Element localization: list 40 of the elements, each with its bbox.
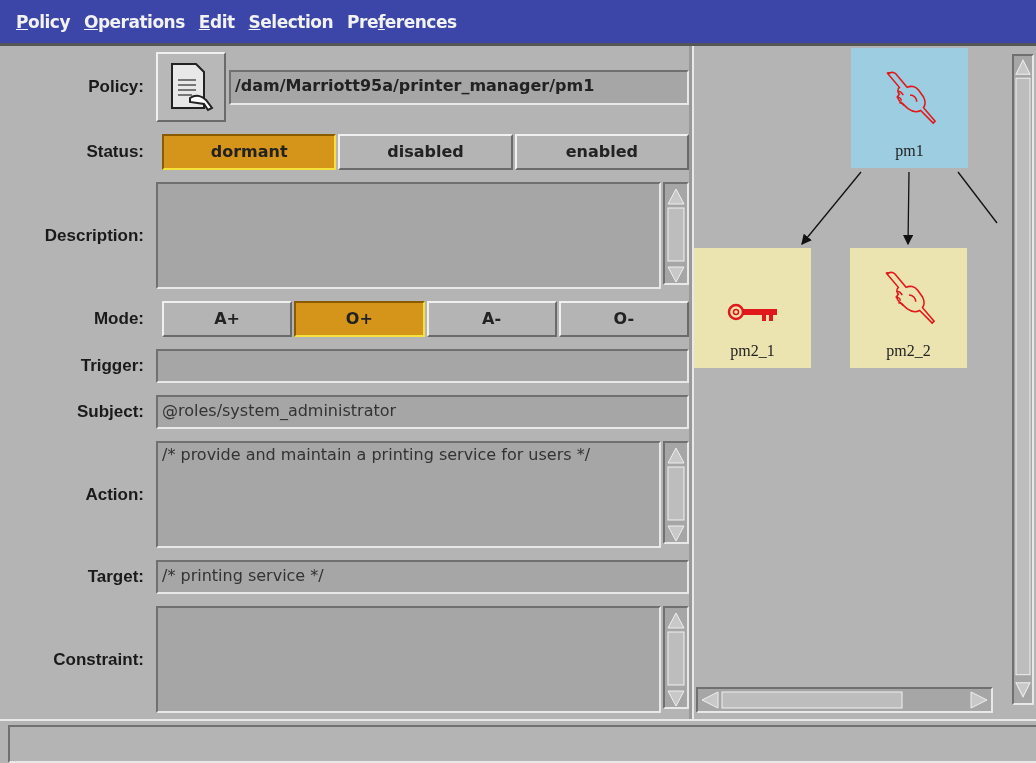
toggle-button[interactable]: O- bbox=[558, 301, 689, 337]
scrollbar[interactable] bbox=[663, 606, 689, 709]
toggle-button[interactable]: A+ bbox=[162, 301, 293, 337]
toggle-button[interactable]: dormant bbox=[162, 134, 337, 170]
menu-item[interactable]: Policy bbox=[10, 9, 76, 34]
field-label: Description: bbox=[43, 225, 144, 246]
node-label: pm2_1 bbox=[730, 342, 775, 360]
menu-item[interactable]: Selection bbox=[242, 9, 340, 34]
field-label: Mode: bbox=[92, 309, 144, 329]
toggle-button[interactable]: O+ bbox=[294, 301, 425, 337]
policy-node[interactable]: pm1 bbox=[851, 48, 968, 168]
policy-icon-button[interactable] bbox=[156, 52, 226, 122]
toggle-button[interactable]: disabled bbox=[338, 134, 513, 170]
menu-item[interactable]: Edit bbox=[192, 9, 241, 34]
field-label: Constraint: bbox=[52, 649, 144, 670]
menu-item[interactable]: Operations bbox=[77, 9, 191, 34]
text-area[interactable] bbox=[156, 606, 661, 713]
policy-node[interactable]: pm2_2 bbox=[850, 248, 967, 368]
policy-node[interactable]: pm2_1 bbox=[694, 248, 811, 368]
text-field[interactable] bbox=[156, 349, 689, 383]
node-label: pm1 bbox=[895, 142, 924, 160]
field-label: Trigger: bbox=[79, 356, 144, 376]
scrollbar[interactable] bbox=[1012, 54, 1034, 705]
text-field[interactable]: /* printing service */ bbox=[156, 560, 689, 594]
policy-path-field[interactable]: /dam/Marriott95a/printer_manager/pm1 bbox=[229, 69, 689, 105]
scrollbar[interactable] bbox=[663, 182, 689, 285]
field-label: Status: bbox=[85, 142, 144, 162]
menu-item[interactable]: Preferences bbox=[341, 9, 463, 34]
field-label: Policy: bbox=[87, 77, 144, 97]
node-label: pm2_2 bbox=[886, 342, 931, 360]
text-field[interactable]: @roles/system_administrator bbox=[156, 395, 689, 429]
text-area[interactable]: /* provide and maintain a printing service for users */ bbox=[156, 441, 661, 548]
toggle-button[interactable]: enabled bbox=[514, 134, 689, 170]
field-label: Target: bbox=[86, 567, 144, 587]
scrollbar[interactable] bbox=[696, 687, 993, 713]
text-area[interactable] bbox=[156, 182, 661, 289]
field-label: Action: bbox=[84, 484, 144, 505]
scrollbar[interactable] bbox=[663, 441, 689, 544]
field-label: Subject: bbox=[75, 402, 144, 422]
toggle-button[interactable]: A- bbox=[426, 301, 557, 337]
